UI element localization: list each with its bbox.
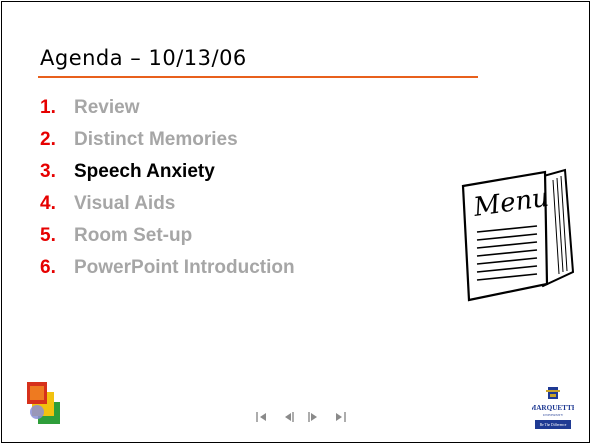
agenda-item-number: 6. bbox=[40, 257, 56, 278]
agenda-item-1: 1. Review bbox=[40, 92, 295, 124]
agenda-item-label: PowerPoint Introduction bbox=[74, 257, 295, 278]
agenda-item-label: Room Set-up bbox=[74, 225, 193, 246]
first-slide-button[interactable] bbox=[252, 408, 272, 426]
agenda-item-label: Speech Anxiety bbox=[74, 161, 215, 182]
agenda-item-number: 1. bbox=[40, 97, 56, 118]
next-slide-icon bbox=[308, 412, 317, 422]
agenda-item-5: 5. Room Set-up bbox=[40, 220, 295, 252]
menu-card-icon: Menu bbox=[461, 168, 575, 302]
next-slide-button[interactable] bbox=[304, 408, 324, 426]
agenda-item-number: 2. bbox=[40, 129, 56, 150]
agenda-item-label: Visual Aids bbox=[74, 193, 176, 214]
agenda-item-label: Distinct Memories bbox=[74, 129, 238, 150]
previous-slide-button[interactable] bbox=[278, 408, 298, 426]
book-stack-logo-icon bbox=[27, 382, 60, 424]
slide-navigation bbox=[252, 408, 350, 426]
agenda-item-label: Review bbox=[74, 97, 140, 118]
slide-title: Agenda – 10/13/06 bbox=[40, 46, 247, 70]
title-underline bbox=[38, 76, 478, 78]
agenda-item-4: 4. Visual Aids bbox=[40, 188, 295, 220]
agenda-item-2: 2. Distinct Memories bbox=[40, 124, 295, 156]
agenda-item-number: 4. bbox=[40, 193, 56, 214]
agenda-item-number: 3. bbox=[40, 161, 56, 182]
slide: Agenda – 10/13/06 1. Review 2. Distinct Me… bbox=[1, 1, 590, 443]
agenda-list: 1. Review 2. Distinct Memories 3. Speech An… bbox=[40, 92, 295, 284]
marquette-tagline: Be The Difference bbox=[540, 423, 567, 427]
previous-slide-icon bbox=[285, 412, 294, 422]
marquette-sub: UNIVERSITY bbox=[543, 413, 564, 417]
first-slide-icon bbox=[256, 412, 266, 422]
marquette-logo: MARQUETTE UNIVERSITY Be The Difference bbox=[532, 387, 574, 429]
last-slide-button[interactable] bbox=[330, 408, 350, 426]
marquette-name: MARQUETTE bbox=[532, 404, 574, 412]
agenda-item-3: 3. Speech Anxiety bbox=[40, 156, 295, 188]
last-slide-icon bbox=[336, 412, 346, 422]
agenda-item-number: 5. bbox=[40, 225, 56, 246]
agenda-item-6: 6. PowerPoint Introduction bbox=[40, 252, 295, 284]
